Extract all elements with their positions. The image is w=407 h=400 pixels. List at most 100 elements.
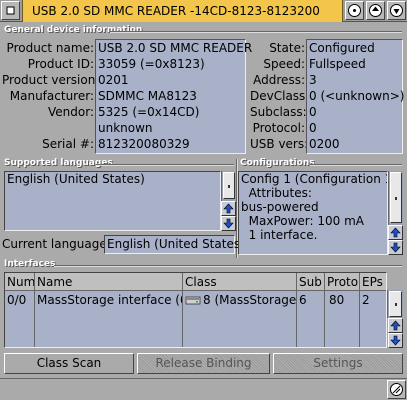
- class-scan-button[interactable]: Class Scan: [4, 353, 134, 374]
- arrow-down-icon: [223, 218, 234, 229]
- depth-button[interactable]: [387, 1, 406, 20]
- iconify-icon: [348, 4, 361, 17]
- state-label: State:: [269, 41, 305, 55]
- window-bottom-border: [0, 378, 407, 400]
- interfaces-scroll-up-button[interactable]: [388, 318, 403, 333]
- vendor-name-label: [2, 120, 94, 136]
- manufacturer-value: SDMMC MA8123: [98, 89, 197, 103]
- list-item[interactable]: English (United States): [5, 172, 220, 187]
- languages-scroll-down-button[interactable]: [221, 216, 236, 231]
- configurations-scrollbar[interactable]: [388, 171, 403, 225]
- general-left-labels: Product name: Product ID: Product versio…: [2, 40, 100, 152]
- row-name: MassStorage interface (0): [37, 293, 182, 307]
- product-id-value: 33059 (=0x8123): [98, 57, 205, 71]
- window-title[interactable]: USB 2.0 SD MMC READER -14CD-8123-8123200: [22, 0, 343, 22]
- settings-button[interactable]: Settings: [273, 353, 403, 374]
- languages-section-title: Supported languages: [4, 158, 113, 168]
- general-right-labels: State: Speed: Address: DevClass: Subclas…: [250, 40, 310, 152]
- resize-gadget[interactable]: [387, 380, 406, 399]
- list-item: bus-powered: [241, 200, 319, 214]
- general-right-values: Configured Fullspeed 3 0 (<unknown>) 0 0…: [306, 39, 405, 154]
- section-divider: [110, 31, 402, 33]
- usb-version-value: 0200: [309, 137, 340, 151]
- current-language-field[interactable]: English (United States): [104, 235, 245, 254]
- close-button[interactable]: [1, 1, 20, 20]
- configurations-scroll-up-button[interactable]: [388, 225, 403, 240]
- section-divider: [96, 164, 234, 166]
- close-icon: [6, 6, 15, 15]
- state-value: Configured: [309, 41, 375, 55]
- mass-storage-icon: [185, 294, 201, 306]
- product-version-value: 0201: [98, 73, 129, 87]
- interfaces-section-title: Interfaces: [4, 259, 56, 269]
- zoom-icon: [369, 4, 382, 17]
- section-divider: [54, 265, 402, 267]
- column-header-eps[interactable]: EPs: [360, 273, 386, 291]
- interfaces-scroll-down-button[interactable]: [388, 333, 403, 348]
- resize-icon: [390, 383, 403, 396]
- general-section-title: General device information: [4, 25, 143, 35]
- languages-scrollbar[interactable]: [221, 171, 236, 201]
- languages-list[interactable]: English (United States): [4, 171, 221, 231]
- title-bar: USB 2.0 SD MMC READER -14CD-8123-8123200: [0, 0, 407, 22]
- table-row[interactable]: 0/0 MassStorage interface (0) 8 (MassSto…: [5, 292, 386, 308]
- product-name-value: USB 2.0 SD MMC READER: [98, 41, 253, 55]
- column-header-class[interactable]: Class: [183, 273, 297, 291]
- subclass-value: 0: [309, 105, 317, 119]
- devclass-value: 0 (<unknown>): [309, 89, 405, 103]
- scroll-knob[interactable]: [390, 172, 402, 223]
- arrow-up-icon: [223, 203, 234, 214]
- zoom-button[interactable]: [366, 1, 385, 20]
- speed-label: Speed:: [263, 57, 305, 71]
- interfaces-scrollbar[interactable]: [387, 290, 403, 318]
- list-item: 1 interface.: [241, 228, 318, 242]
- list-item: Config 1 (Configuration 1): [241, 172, 388, 186]
- product-id-label: Product ID:: [27, 57, 94, 71]
- column-header-name[interactable]: Name: [35, 273, 183, 291]
- scroll-knob[interactable]: [389, 291, 402, 317]
- serial-value: 812320080329: [98, 137, 190, 151]
- address-value: 3: [309, 73, 317, 87]
- arrow-down-icon: [390, 242, 401, 253]
- vendor-label: Vendor:: [48, 105, 94, 119]
- protocol-value: 0: [309, 121, 317, 135]
- manufacturer-label: Manufacturer:: [9, 89, 94, 103]
- iconify-button[interactable]: [345, 1, 364, 20]
- list-item: MaxPower: 100 mA: [241, 214, 364, 228]
- languages-scroll-up-button[interactable]: [221, 201, 236, 216]
- product-version-label: Product version:: [2, 73, 100, 87]
- subclass-label: Subclass:: [250, 105, 307, 119]
- usb-version-label: USB vers:: [250, 137, 309, 151]
- row-sub: 6: [299, 293, 307, 307]
- list-item: Attributes:: [241, 186, 312, 200]
- product-name-label: Product name:: [6, 41, 94, 55]
- arrow-up-icon: [390, 227, 401, 238]
- interfaces-table[interactable]: Num Name Class Sub Proto EPs 0/0 MassSto…: [4, 272, 387, 348]
- scroll-knob[interactable]: [223, 172, 235, 199]
- serial-label: Serial #:: [42, 137, 94, 151]
- general-left-values: USB 2.0 SD MMC READER 33059 (=0x8123) 02…: [95, 39, 253, 154]
- column-header-sub[interactable]: Sub: [297, 273, 325, 291]
- vendor-value: 5325 (=0x14CD): [98, 105, 200, 119]
- row-class: 8 (MassStorage): [203, 293, 296, 307]
- row-eps: 2: [362, 293, 370, 307]
- configurations-list[interactable]: Config 1 (Configuration 1) Attributes: b…: [238, 171, 388, 255]
- row-num: 0/0: [7, 293, 27, 307]
- column-header-num[interactable]: Num: [5, 273, 35, 291]
- row-proto: 80: [329, 293, 345, 307]
- vendor-name-value: unknown: [98, 121, 153, 135]
- speed-value: Fullspeed: [309, 57, 366, 71]
- current-language-label: Current language:: [2, 237, 111, 251]
- configurations-section-title: Configurations: [240, 158, 315, 168]
- depth-icon: [390, 4, 403, 17]
- divider: [0, 378, 407, 379]
- release-binding-button[interactable]: Release Binding: [137, 353, 270, 374]
- arrow-down-icon: [390, 335, 401, 346]
- arrow-up-icon: [390, 320, 401, 331]
- section-divider: [310, 164, 402, 166]
- devclass-label: DevClass:: [250, 89, 310, 103]
- column-header-proto[interactable]: Proto: [325, 273, 360, 291]
- protocol-label: Protocol:: [252, 121, 305, 135]
- configurations-scroll-down-button[interactable]: [388, 240, 403, 255]
- address-label: Address:: [253, 73, 305, 87]
